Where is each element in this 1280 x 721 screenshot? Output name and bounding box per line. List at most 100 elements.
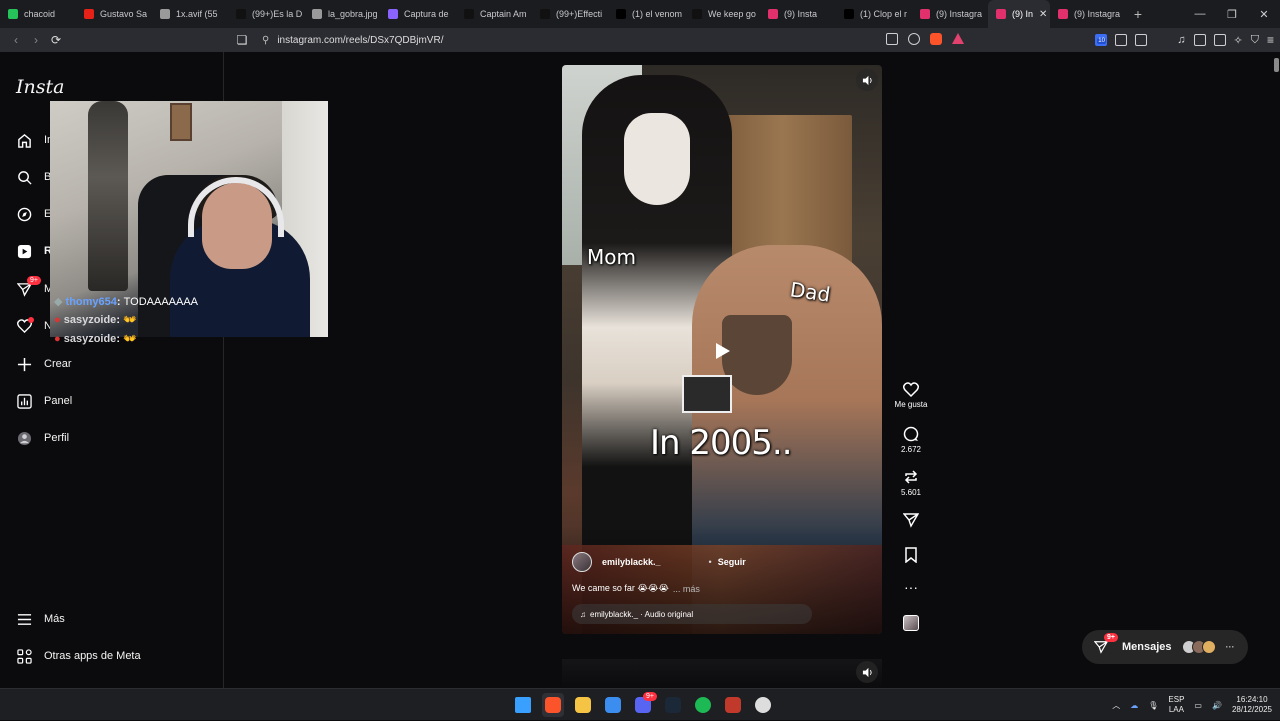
sidebar-item-meta-apps[interactable]: Otras apps de Meta bbox=[16, 648, 141, 664]
tab-favicon-icon bbox=[388, 9, 398, 19]
page-scrollbar[interactable] bbox=[1272, 52, 1280, 688]
browser-tab[interactable]: 1x.avif (55 bbox=[152, 0, 228, 28]
tray-overflow-icon[interactable]: ︿ bbox=[1112, 700, 1120, 711]
audio-pill[interactable]: ♫ emilyblackk._ · Audio original bbox=[572, 604, 812, 624]
sidebar-item-panel[interactable]: Panel bbox=[16, 393, 72, 409]
instagram-logo[interactable]: Insta bbox=[16, 76, 64, 98]
wallet-icon[interactable] bbox=[1213, 34, 1226, 46]
media-icon[interactable]: ♫ bbox=[1177, 34, 1185, 46]
tab-search-icon[interactable] bbox=[1135, 34, 1148, 46]
browser-tab[interactable]: (99+)Effecti bbox=[532, 0, 608, 28]
tab-favicon-icon bbox=[540, 9, 550, 19]
brave-shields-icon[interactable] bbox=[930, 33, 942, 45]
bookmark-icon[interactable]: ❏ bbox=[232, 33, 252, 47]
screen-cast-icon[interactable] bbox=[886, 33, 898, 45]
tab-favicon-icon bbox=[692, 9, 702, 19]
discord-icon[interactable]: 9+ bbox=[632, 692, 657, 717]
messages-badge: 9+ bbox=[1104, 633, 1118, 642]
sidebar-item-label: Perfil bbox=[44, 432, 70, 444]
follow-button[interactable]: Seguir bbox=[718, 557, 746, 567]
browser-tab[interactable]: (1) Clop el r bbox=[836, 0, 912, 28]
browser-tab[interactable]: Captura de bbox=[380, 0, 456, 28]
browser-tab-bar: chacoid Gustavo Sa 1x.avif (55 (99+)Es la D… bbox=[0, 0, 1280, 28]
app-badge: 9+ bbox=[643, 692, 657, 701]
heart-icon bbox=[16, 317, 34, 334]
browser-tab[interactable]: (1) el venom bbox=[608, 0, 684, 28]
audio-thumbnail[interactable] bbox=[903, 615, 919, 631]
browser-tab[interactable]: (9) Insta bbox=[760, 0, 836, 28]
forward-icon[interactable]: › bbox=[26, 33, 46, 47]
steam-icon[interactable] bbox=[662, 693, 684, 717]
browser-tab[interactable]: Gustavo Sa bbox=[76, 0, 152, 28]
file-explorer-icon[interactable] bbox=[572, 693, 594, 717]
volume-tray-icon[interactable]: 🔊 bbox=[1212, 701, 1222, 710]
reel-video[interactable]: Mom Dad In 2005.. emilyblackk._ • Seguir… bbox=[562, 65, 882, 634]
next-reel[interactable] bbox=[562, 659, 882, 688]
brave-icon[interactable] bbox=[542, 693, 564, 717]
send-icon bbox=[903, 513, 919, 528]
sidebar-item-label: Otras apps de Meta bbox=[44, 650, 141, 662]
browser-menu-icon[interactable]: ≡ bbox=[1267, 33, 1274, 47]
sidebar-item-crear[interactable]: Crear bbox=[16, 356, 72, 372]
network-tray-icon[interactable]: ☁ bbox=[1130, 701, 1138, 710]
author-avatar[interactable] bbox=[572, 552, 592, 572]
display-tray-icon[interactable]: ▭ bbox=[1194, 701, 1202, 710]
share-button[interactable] bbox=[888, 512, 934, 528]
ellipsis-icon: ··· bbox=[904, 579, 918, 595]
vpn-shield-icon[interactable]: ⛉ bbox=[1251, 34, 1259, 47]
bing-icon[interactable] bbox=[602, 693, 624, 717]
browser-tab[interactable]: (9) Instagra bbox=[1050, 0, 1126, 28]
author-username[interactable]: emilyblackk._ bbox=[602, 557, 661, 567]
minimize-button[interactable]: — bbox=[1184, 0, 1216, 28]
windows-start-icon[interactable] bbox=[512, 693, 534, 717]
browser-tab[interactable]: We keep go bbox=[684, 0, 760, 28]
mute-button[interactable] bbox=[856, 661, 878, 683]
tab-title: Gustavo Sa bbox=[100, 9, 148, 19]
maximize-button[interactable]: ❐ bbox=[1216, 0, 1248, 28]
browser-tab[interactable]: chacoid bbox=[0, 0, 76, 28]
back-icon[interactable]: ‹ bbox=[6, 33, 26, 47]
leo-ai-icon[interactable]: ✧ bbox=[1234, 34, 1243, 47]
browser-tab[interactable]: (9) In ✕ bbox=[988, 0, 1050, 28]
repost-button[interactable]: 5.601 bbox=[888, 469, 934, 497]
like-button[interactable]: Me gusta bbox=[888, 382, 934, 409]
obs-icon[interactable] bbox=[752, 693, 774, 717]
obs-glyph bbox=[755, 697, 771, 713]
browser-tab[interactable]: la_gobra.jpg bbox=[304, 0, 380, 28]
mic-tray-icon[interactable]: 🎙 bbox=[1148, 701, 1158, 710]
browser-tab[interactable]: (9) Instagra bbox=[912, 0, 988, 28]
save-button[interactable] bbox=[888, 547, 934, 563]
brave-rewards-icon[interactable] bbox=[952, 33, 964, 44]
new-tab-button[interactable]: + bbox=[1126, 6, 1150, 22]
scrollbar-thumb[interactable] bbox=[1274, 58, 1279, 72]
lang-top: ESP bbox=[1168, 695, 1185, 704]
browser-tab[interactable]: (99+)Es la D bbox=[228, 0, 304, 28]
play-icon[interactable] bbox=[713, 342, 731, 360]
caption-text: We came so far 😭😭😭 bbox=[572, 583, 669, 593]
system-clock[interactable]: 16:24:10 28/12/2025 bbox=[1232, 695, 1272, 715]
caption-more-link[interactable]: ... más bbox=[673, 584, 700, 594]
extension-badge: 10 bbox=[1097, 38, 1106, 44]
tab-close-icon[interactable]: ✕ bbox=[1039, 9, 1047, 20]
extensions-puzzle-icon[interactable] bbox=[1115, 34, 1128, 46]
stream-app-icon[interactable] bbox=[722, 693, 744, 717]
share-icon[interactable] bbox=[908, 33, 920, 45]
sidebar-toggle-icon[interactable] bbox=[1193, 34, 1206, 46]
reload-icon[interactable]: ⟳ bbox=[46, 33, 66, 47]
comment-button[interactable]: 2.672 bbox=[888, 426, 934, 454]
mute-button[interactable] bbox=[856, 69, 878, 91]
language-indicator[interactable]: ESP LAA bbox=[1168, 695, 1184, 715]
close-window-button[interactable]: ✕ bbox=[1248, 0, 1280, 28]
spotify-icon[interactable] bbox=[692, 693, 714, 717]
music-note-icon: ♫ bbox=[580, 609, 586, 619]
site-info-icon[interactable]: ⚲ bbox=[262, 35, 269, 46]
extension-icon[interactable]: 10 bbox=[1095, 34, 1108, 46]
tab-title: We keep go bbox=[708, 9, 756, 19]
more-options-button[interactable]: ··· bbox=[888, 579, 934, 595]
sidebar-item-perfil[interactable]: Perfil bbox=[16, 430, 69, 446]
sidebar-item-more[interactable]: Más bbox=[16, 611, 65, 627]
messages-pill[interactable]: 9+ Mensajes ··· bbox=[1082, 630, 1248, 664]
browser-tab[interactable]: Captain Am bbox=[456, 0, 532, 28]
heart-icon bbox=[903, 382, 919, 397]
url-field[interactable]: ⚲ instagram.com/reels/DSx7QDBjmVR/ bbox=[254, 30, 974, 50]
